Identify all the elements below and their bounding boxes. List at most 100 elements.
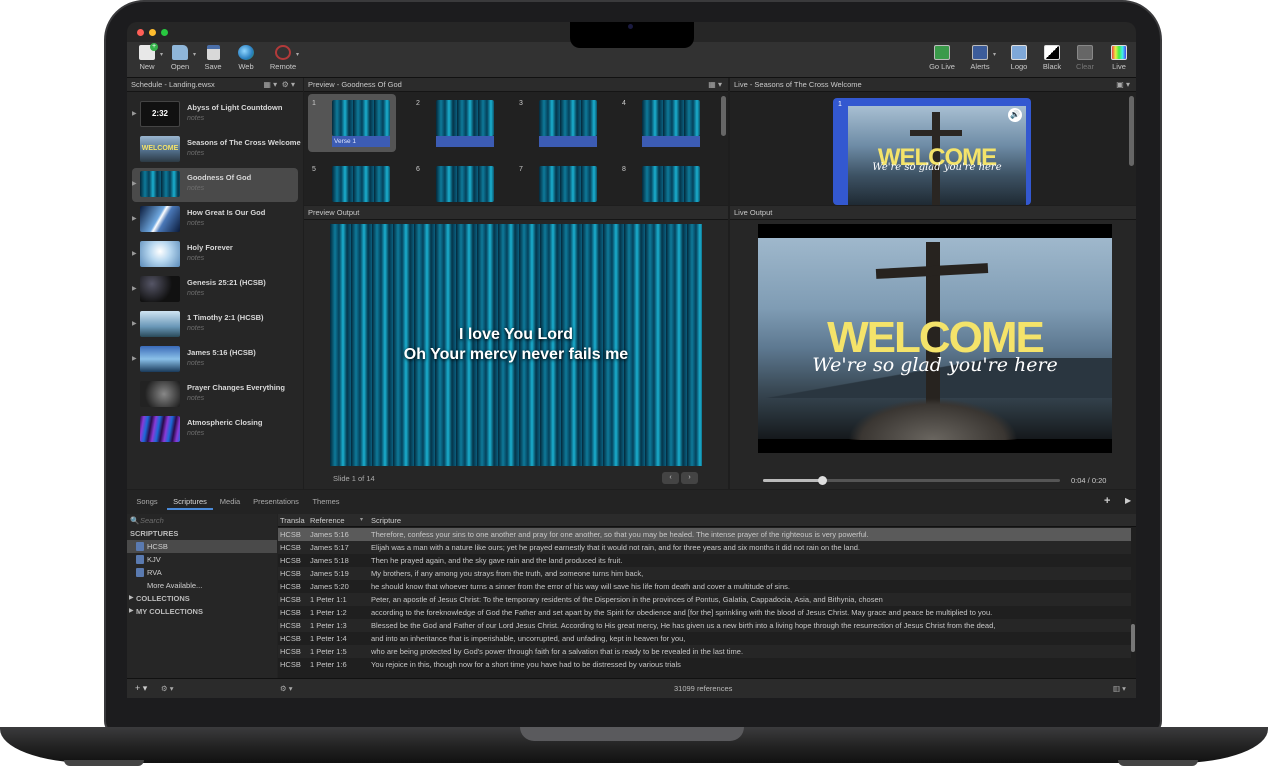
schedule-title: Schedule - Landing.ewsx xyxy=(131,80,215,89)
rocks xyxy=(848,398,1018,440)
preview-scrollbar[interactable] xyxy=(721,96,726,136)
search-box[interactable]: 🔍 Search xyxy=(127,514,277,527)
disclosure-triangle-icon[interactable]: ▶ xyxy=(132,110,137,117)
tree-section-my-collections[interactable]: ▶ MY COLLECTIONS xyxy=(127,605,277,618)
disclosure-triangle-icon[interactable]: ▶ xyxy=(132,250,137,257)
table-row[interactable]: HCSB James 5:19 My brothers, if any among … xyxy=(278,567,1131,580)
next-slide-button[interactable]: › xyxy=(681,472,698,484)
tab-songs[interactable]: Songs xyxy=(131,494,163,510)
disclosure-triangle-icon[interactable]: ▶ xyxy=(129,592,134,605)
search-input[interactable]: Search xyxy=(140,514,164,527)
disclosure-triangle-icon[interactable]: ▶ xyxy=(132,355,137,362)
schedule-item[interactable]: ▶ Genesis 25:21 (HCSB) notes xyxy=(127,273,303,307)
live-button[interactable]: Live xyxy=(1104,45,1134,79)
schedule-item[interactable]: ▶ James 5:16 (HCSB) notes xyxy=(127,343,303,377)
bible-book-icon xyxy=(136,568,144,577)
slide-thumbnail[interactable]: 4 xyxy=(618,94,706,152)
tree-item-hcsb[interactable]: HCSB xyxy=(127,540,277,553)
schedule-item-selected[interactable]: ▶ Goodness Of God notes xyxy=(127,168,303,202)
add-item-icon[interactable]: + xyxy=(1104,495,1110,507)
translation-cell: HCSB xyxy=(280,582,301,591)
disclosure-triangle-icon[interactable]: ▶ xyxy=(132,180,137,187)
live-scrollbar[interactable] xyxy=(1129,96,1134,166)
schedule-item[interactable]: ▶ 2:32 Abyss of Light Countdown notes xyxy=(127,98,303,132)
disclosure-triangle-icon[interactable]: ▶ xyxy=(129,605,134,618)
logo-button[interactable]: Logo xyxy=(1001,45,1037,79)
table-row[interactable]: HCSB 1 Peter 1:4 and into an inheritance t… xyxy=(278,632,1131,645)
table-row[interactable]: HCSB James 5:20 he should know that whoeve… xyxy=(278,580,1131,593)
reference-cell: 1 Peter 1:5 xyxy=(310,647,347,656)
tree-item-kjv[interactable]: KJV xyxy=(127,553,277,566)
play-icon[interactable]: ▶ xyxy=(1125,496,1131,505)
audio-speaker-icon[interactable]: 🔊 xyxy=(1008,108,1022,122)
slide-thumbnail-selected[interactable]: 1 Verse 1 xyxy=(308,94,396,152)
panel-layout-icon[interactable]: ▥ ▾ xyxy=(1113,679,1126,698)
black-button[interactable]: Black xyxy=(1034,45,1070,79)
song-thumbnail xyxy=(140,206,180,232)
tab-media[interactable]: Media xyxy=(217,494,243,510)
tab-themes[interactable]: Themes xyxy=(309,494,343,510)
grid-view-icon[interactable]: ▦ ▾ xyxy=(708,78,722,91)
more-available-link[interactable]: More Available... xyxy=(127,579,277,592)
table-row[interactable]: HCSB 1 Peter 1:2 according to the foreknow… xyxy=(278,606,1131,619)
go-live-button[interactable]: Go Live xyxy=(924,45,960,79)
zoom-window-button[interactable] xyxy=(161,29,168,36)
gear-icon[interactable]: ⚙ ▾ xyxy=(161,679,174,698)
table-row[interactable]: HCSB 1 Peter 1:6 You rejoice in this, thou… xyxy=(278,658,1131,671)
save-button[interactable]: Save xyxy=(195,45,231,79)
slide-thumbnail[interactable]: 2 xyxy=(412,94,500,152)
open-button[interactable]: Open ▾ xyxy=(162,45,198,79)
slide-image xyxy=(436,100,494,136)
remote-button[interactable]: Remote ▾ xyxy=(265,45,301,79)
previous-slide-button[interactable]: ‹ xyxy=(662,472,679,484)
close-window-button[interactable] xyxy=(137,29,144,36)
minimize-window-button[interactable] xyxy=(149,29,156,36)
schedule-item[interactable]: ▶ Holy Forever notes xyxy=(127,238,303,272)
schedule-item[interactable]: Prayer Changes Everything notes xyxy=(127,378,303,412)
slide-label xyxy=(436,136,494,147)
table-scrollbar[interactable] xyxy=(1131,624,1135,652)
table-row[interactable]: HCSB 1 Peter 1:5 who are being protected b… xyxy=(278,645,1131,658)
table-row-selected[interactable]: HCSB James 5:16 Therefore, confess your si… xyxy=(278,528,1131,541)
song-thumbnail xyxy=(140,171,180,197)
schedule-item[interactable]: ▶ 1 Timothy 2:1 (HCSB) notes xyxy=(127,308,303,342)
laptop-foot-left xyxy=(64,760,144,766)
schedule-item[interactable]: ▶ How Great Is Our God notes xyxy=(127,203,303,237)
table-gear-icon[interactable]: ⚙ ▾ xyxy=(280,679,293,698)
playback-progress-track[interactable] xyxy=(763,476,1060,485)
table-row[interactable]: HCSB 1 Peter 1:3 Blessed be the God and Fa… xyxy=(278,619,1131,632)
reference-cell: James 5:20 xyxy=(310,582,349,591)
clear-button[interactable]: Clear xyxy=(1067,45,1103,79)
web-button[interactable]: Web xyxy=(228,45,264,79)
schedule-options-icon[interactable]: ▦ ▾ ⚙ ▾ xyxy=(263,78,295,91)
schedule-item[interactable]: WELCOME Seasons of The Cross Welcome not… xyxy=(127,133,303,167)
disclosure-triangle-icon[interactable]: ▶ xyxy=(132,285,137,292)
tab-presentations[interactable]: Presentations xyxy=(251,494,301,510)
disclosure-triangle-icon[interactable]: ▶ xyxy=(132,320,137,327)
scripture-cell: You rejoice in this, though now for a sh… xyxy=(371,660,681,669)
alerts-button[interactable]: Alerts ▾ xyxy=(962,45,998,79)
slide-counter: Slide 1 of 14 xyxy=(333,474,375,483)
slide-thumbnail[interactable]: 3 xyxy=(515,94,603,152)
playback-scrubber[interactable] xyxy=(818,476,828,485)
live-view-options-icon[interactable]: ▣ ▾ xyxy=(1116,78,1130,91)
scripture-cell: Blessed be the God and Father of our Lor… xyxy=(371,621,996,630)
tab-scriptures[interactable]: Scriptures xyxy=(167,494,213,510)
live-output-header: Live Output xyxy=(730,206,1136,220)
add-menu-icon[interactable]: + ▾ xyxy=(135,679,147,698)
tree-section-scriptures: SCRIPTURES xyxy=(130,529,179,538)
column-header-scripture[interactable]: Scripture xyxy=(371,514,1131,527)
table-row[interactable]: HCSB James 5:18 Then he prayed again, and … xyxy=(278,554,1131,567)
live-slide-selected[interactable]: 1 WELCOME We're so glad you're here 🔊 xyxy=(833,98,1031,205)
new-button[interactable]: + New ▾ xyxy=(129,43,165,79)
table-row[interactable]: HCSB 1 Peter 1:1 Peter, an apostle of Jesu… xyxy=(278,593,1131,606)
translation-cell: HCSB xyxy=(280,595,301,604)
table-row[interactable]: HCSB James 5:17 Elijah was a man with a na… xyxy=(278,541,1131,554)
lyric-line-2: Oh Your mercy never fails me xyxy=(403,346,629,363)
schedule-item[interactable]: Atmospheric Closing notes xyxy=(127,413,303,447)
tree-section-collections[interactable]: ▶ COLLECTIONS xyxy=(127,592,277,605)
disclosure-triangle-icon[interactable]: ▶ xyxy=(132,215,137,222)
column-header-translation[interactable]: Transla xyxy=(280,514,308,527)
schedule-item-title: Goodness Of God xyxy=(187,173,252,182)
tree-item-rva[interactable]: RVA xyxy=(127,566,277,579)
